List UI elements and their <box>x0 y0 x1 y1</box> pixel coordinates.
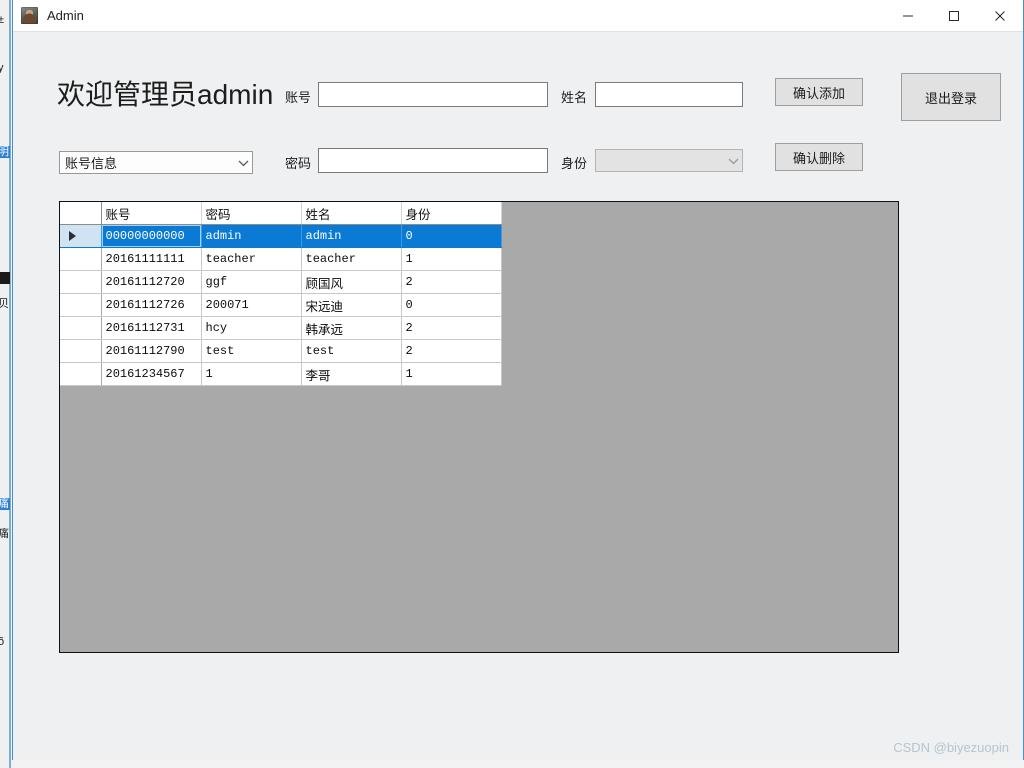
table-row[interactable]: 20161112720 ggf 顾国风 2 <box>60 270 502 294</box>
table-row[interactable]: 20161111111 teacher teacher 1 <box>60 247 502 271</box>
cell-account[interactable]: 00000000000 <box>101 224 202 248</box>
row-header[interactable] <box>60 316 102 340</box>
background-fragment: 痛 <box>0 498 10 510</box>
user-photo-icon <box>21 7 38 24</box>
password-input[interactable] <box>318 148 548 173</box>
confirm-delete-button[interactable]: 确认删除 <box>775 143 863 171</box>
column-header-password[interactable]: 密码 <box>201 202 302 225</box>
cell-name[interactable]: 顾国风 <box>301 270 402 294</box>
cell-password[interactable]: admin <box>201 224 302 248</box>
admin-window: Admin 欢迎管理员admin 账号 姓名 确认添加 退出登录 账号信息 密码… <box>12 0 1024 760</box>
cell-password[interactable]: hcy <box>201 316 302 340</box>
cell-password[interactable]: 200071 <box>201 293 302 317</box>
row-header[interactable] <box>60 339 102 363</box>
column-header-identity[interactable]: 身份 <box>401 202 502 225</box>
cell-password[interactable]: 1 <box>201 362 302 386</box>
chevron-down-icon <box>724 157 742 165</box>
table-row[interactable]: 20161112726 200071 宋远迪 0 <box>60 293 502 317</box>
name-input[interactable] <box>595 82 743 107</box>
column-header-account[interactable]: 账号 <box>101 202 202 225</box>
background-fragment: 明 <box>0 146 10 158</box>
cell-account[interactable]: 20161234567 <box>101 362 202 386</box>
cell-account[interactable]: 20161112720 <box>101 270 202 294</box>
current-row-arrow-icon <box>69 231 76 241</box>
column-header-name[interactable]: 姓名 <box>301 202 402 225</box>
cell-identity[interactable]: 2 <box>401 270 502 294</box>
screen: ± y 明 贝 痛 痛 õ Admin 欢迎管理员admin 账号 姓名 确认添… <box>0 0 1024 768</box>
table-row[interactable]: 00000000000 admin admin 0 <box>60 224 502 248</box>
table-select-dropdown[interactable]: 账号信息 <box>59 151 253 174</box>
data-grid-header-row: 账号 密码 姓名 身份 <box>60 202 502 225</box>
page-title: 欢迎管理员admin <box>57 79 274 110</box>
table-row[interactable]: 20161112790 test test 2 <box>60 339 502 363</box>
close-icon[interactable] <box>977 0 1023 31</box>
cell-name[interactable]: 李哥 <box>301 362 402 386</box>
cell-name[interactable]: admin <box>301 224 402 248</box>
row-header[interactable] <box>60 224 102 248</box>
password-label: 密码 <box>285 156 312 171</box>
background-fragment: õ <box>0 636 5 648</box>
background-fragment: y <box>0 62 4 74</box>
maximize-icon[interactable] <box>931 0 977 31</box>
row-header-corner[interactable] <box>60 202 102 225</box>
cell-identity[interactable]: 0 <box>401 224 502 248</box>
title-bar[interactable]: Admin <box>13 0 1023 32</box>
account-label: 账号 <box>285 90 312 105</box>
cell-name[interactable]: test <box>301 339 402 363</box>
window-title: Admin <box>47 8 84 23</box>
logout-button[interactable]: 退出登录 <box>901 73 1001 121</box>
data-grid-table: 账号 密码 姓名 身份 00000000000 admin admin 0 20… <box>60 202 502 386</box>
identity-dropdown[interactable] <box>595 149 743 172</box>
row-header[interactable] <box>60 362 102 386</box>
chevron-down-icon <box>234 159 252 167</box>
cell-account[interactable]: 20161112790 <box>101 339 202 363</box>
cell-identity[interactable]: 0 <box>401 293 502 317</box>
cell-account[interactable]: 20161112726 <box>101 293 202 317</box>
cell-password[interactable]: teacher <box>201 247 302 271</box>
background-fragment: 痛 <box>0 528 9 540</box>
cell-identity[interactable]: 2 <box>401 316 502 340</box>
cell-identity[interactable]: 1 <box>401 362 502 386</box>
form-body: 欢迎管理员admin 账号 姓名 确认添加 退出登录 账号信息 密码 身份 确认… <box>13 32 1023 760</box>
cell-identity[interactable]: 2 <box>401 339 502 363</box>
window-controls <box>885 0 1023 31</box>
cell-identity[interactable]: 1 <box>401 247 502 271</box>
background-window-border <box>9 0 11 768</box>
minimize-icon[interactable] <box>885 0 931 31</box>
background-fragment: ± <box>0 14 5 26</box>
confirm-add-button[interactable]: 确认添加 <box>775 78 863 106</box>
data-grid[interactable]: 账号 密码 姓名 身份 00000000000 admin admin 0 20… <box>59 201 899 653</box>
cell-name[interactable]: 宋远迪 <box>301 293 402 317</box>
table-row[interactable]: 20161112731 hcy 韩承远 2 <box>60 316 502 340</box>
watermark: CSDN @biyezuopin <box>893 740 1009 755</box>
cell-account[interactable]: 20161111111 <box>101 247 202 271</box>
background-fragment: 贝 <box>0 298 9 310</box>
row-header[interactable] <box>60 293 102 317</box>
cell-name[interactable]: 韩承远 <box>301 316 402 340</box>
name-label: 姓名 <box>561 90 588 105</box>
cell-password[interactable]: ggf <box>201 270 302 294</box>
cell-account[interactable]: 20161112731 <box>101 316 202 340</box>
data-grid-body: 00000000000 admin admin 0 20161111111 te… <box>60 224 502 386</box>
cell-name[interactable]: teacher <box>301 247 402 271</box>
table-row[interactable]: 20161234567 1 李哥 1 <box>60 362 502 386</box>
account-input[interactable] <box>318 82 548 107</box>
identity-label: 身份 <box>561 156 588 171</box>
row-header[interactable] <box>60 247 102 271</box>
row-header[interactable] <box>60 270 102 294</box>
background-fragment-dark <box>0 272 10 284</box>
cell-password[interactable]: test <box>201 339 302 363</box>
table-select-value: 账号信息 <box>65 156 118 171</box>
